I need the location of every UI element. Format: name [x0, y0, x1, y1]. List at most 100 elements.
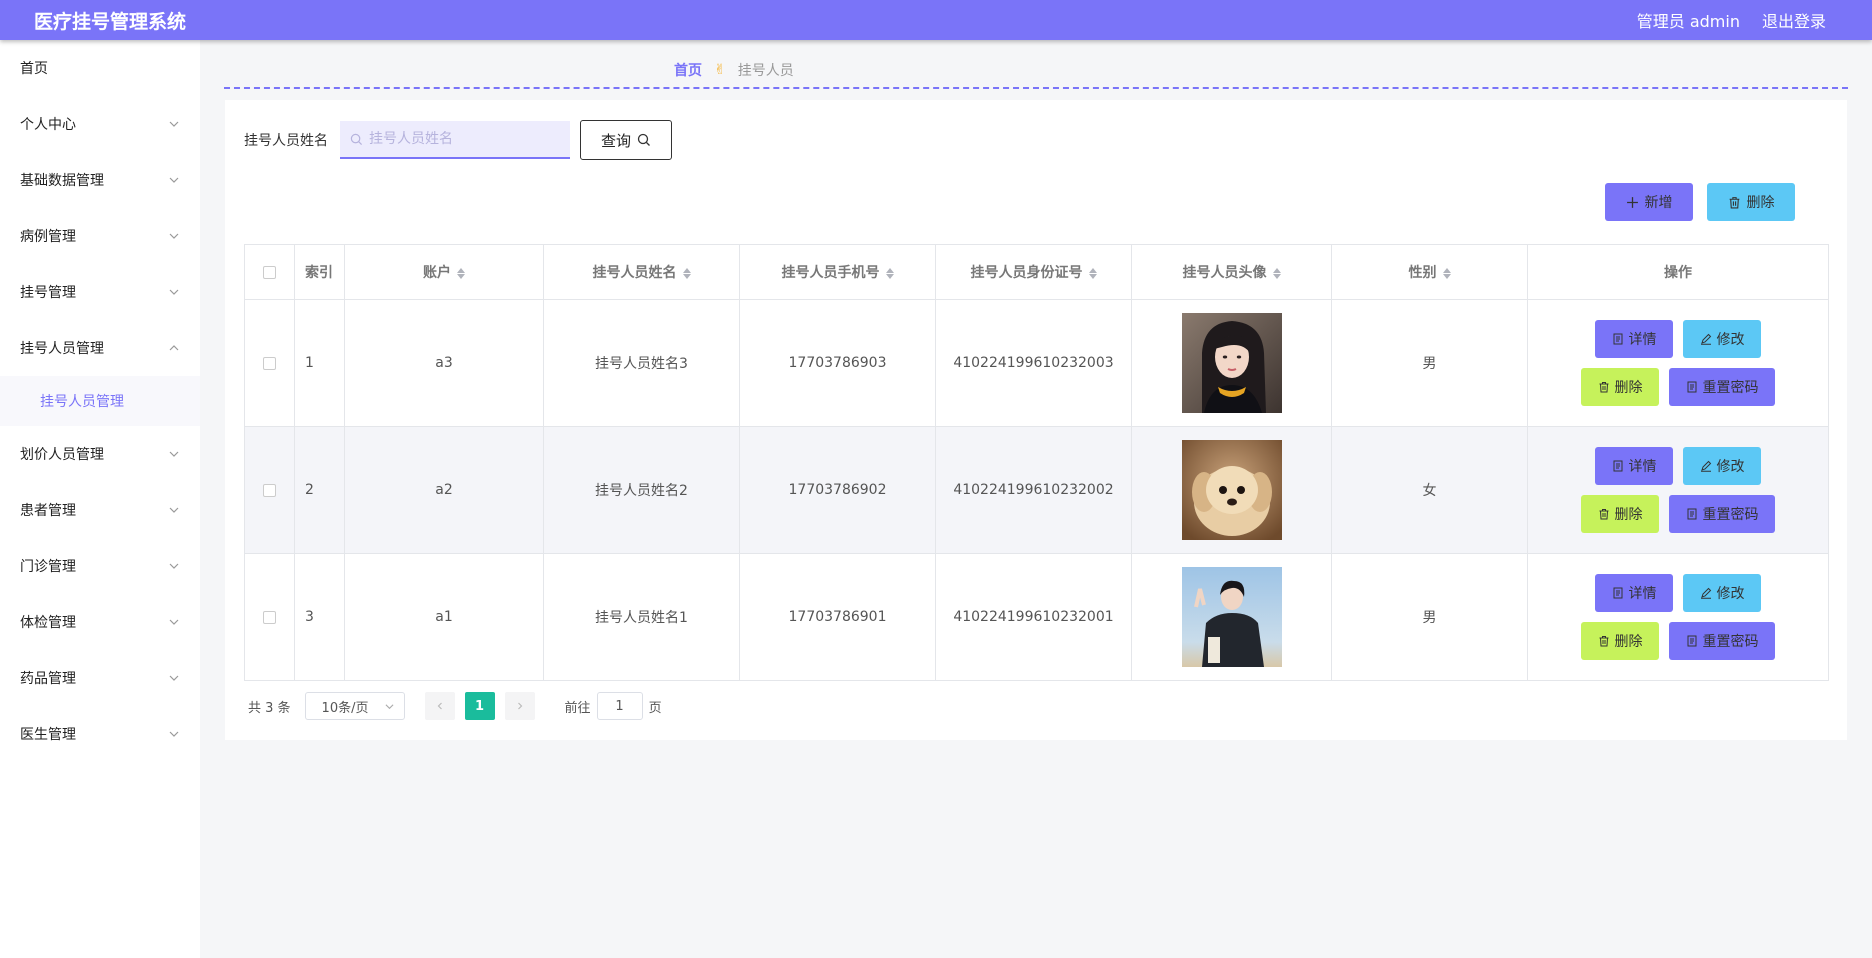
trash-icon: [1599, 636, 1608, 647]
cell-gender: 男: [1331, 299, 1528, 427]
detail-button-label: 详情: [1628, 332, 1657, 348]
avatar-woman-portrait[interactable]: [1181, 313, 1282, 413]
header-user-area: 管理员 admin 退出登录: [1615, 8, 1872, 32]
sidebar-item-medicine[interactable]: 药品管理: [0, 650, 200, 706]
row-checkbox[interactable]: [263, 483, 276, 497]
select-all-checkbox[interactable]: [263, 265, 276, 279]
column-header-phone[interactable]: 挂号人员手机号: [739, 244, 936, 300]
logout-link[interactable]: 退出登录: [1762, 8, 1826, 32]
search-field[interactable]: [340, 121, 570, 159]
goto-page-input[interactable]: [604, 698, 635, 714]
sidebar-item-label: 药品管理: [20, 671, 76, 687]
cell-phone: 17703786903: [739, 299, 936, 427]
sidebar-item-label: 患者管理: [20, 503, 76, 519]
delete-button[interactable]: 删除: [1581, 495, 1659, 533]
sort-icon[interactable]: [682, 267, 691, 279]
breadcrumb-current: 挂号人员: [737, 63, 794, 79]
sidebar-item-cases[interactable]: 病例管理: [0, 208, 200, 264]
edit-button[interactable]: 修改: [1683, 447, 1761, 485]
edit-icon: [1700, 333, 1711, 345]
add-button[interactable]: 新增: [1605, 183, 1693, 221]
reset-password-button[interactable]: 重置密码: [1669, 368, 1775, 406]
search-icon: [350, 133, 363, 145]
chevron-down-icon: [168, 286, 180, 298]
reset-password-button[interactable]: 重置密码: [1669, 495, 1775, 533]
row-select-cell: [244, 299, 295, 427]
sidebar-item-doctors[interactable]: 医生管理: [0, 706, 200, 762]
sort-icon[interactable]: [1272, 267, 1281, 279]
sidebar-item-patients[interactable]: 患者管理: [0, 482, 200, 538]
chevron-right-icon: [517, 702, 522, 710]
sort-icon[interactable]: [885, 267, 894, 279]
query-button[interactable]: 查询: [580, 120, 672, 160]
sidebar-item-personal-center[interactable]: 个人中心: [0, 96, 200, 152]
avatar-puppy[interactable]: [1181, 440, 1282, 540]
reset-password-button-label: 重置密码: [1702, 634, 1759, 650]
cell-name: 挂号人员姓名1: [543, 553, 740, 681]
trash-icon: [1599, 509, 1608, 520]
edit-icon: [1700, 460, 1711, 472]
sidebar-item-registration[interactable]: 挂号管理: [0, 264, 200, 320]
select-all-cell: [244, 244, 295, 300]
sort-icon[interactable]: [457, 267, 465, 279]
avatar-man-portrait[interactable]: [1181, 567, 1282, 667]
row-actions: 详情 修改 删除 重置密码: [1558, 574, 1798, 660]
sidebar-item-label: 个人中心: [20, 117, 76, 133]
column-header-gender[interactable]: 性别: [1331, 244, 1528, 300]
sidebar-item-label: 病例管理: [20, 229, 76, 245]
breadcrumb-home[interactable]: 首页: [674, 60, 702, 80]
column-header-name[interactable]: 挂号人员姓名: [543, 244, 740, 300]
divider: [224, 87, 1848, 89]
sidebar-item-label: 基础数据管理: [20, 173, 104, 189]
sidebar-item-outpatient[interactable]: 门诊管理: [0, 538, 200, 594]
sidebar-item-checkup[interactable]: 体检管理: [0, 594, 200, 650]
column-header-avatar[interactable]: 挂号人员头像: [1131, 244, 1332, 300]
row-actions: 详情 修改 删除 重置密码: [1558, 320, 1798, 406]
pagination-total: 共 3 条: [248, 700, 291, 716]
bulk-delete-button[interactable]: 删除: [1707, 183, 1795, 221]
sidebar-subitem-label: 挂号人员管理: [40, 394, 124, 410]
sidebar-item-registrar-staff[interactable]: 挂号人员管理: [0, 320, 200, 376]
column-header-label: 挂号人员身份证号: [970, 265, 1083, 281]
sidebar-item-pricing-staff[interactable]: 划价人员管理: [0, 426, 200, 482]
pagination: 共 3 条 10条/页 1 前往 页: [248, 692, 662, 720]
sidebar-subitem-registrar-staff[interactable]: 挂号人员管理: [0, 376, 200, 426]
next-page-button[interactable]: [504, 692, 535, 720]
row-checkbox[interactable]: [263, 356, 276, 370]
edit-button[interactable]: 修改: [1683, 320, 1761, 358]
edit-button[interactable]: 修改: [1683, 574, 1761, 612]
cell-id-card: 410224199610232002: [935, 426, 1132, 554]
cell-index: 3: [294, 553, 345, 681]
prev-page-button[interactable]: [424, 692, 455, 720]
app-title: 医疗挂号管理系统: [34, 10, 187, 33]
cell-gender: 女: [1331, 426, 1528, 554]
reset-password-button[interactable]: 重置密码: [1669, 622, 1775, 660]
detail-button[interactable]: 详情: [1595, 574, 1673, 612]
sidebar-item-home[interactable]: 首页: [0, 40, 200, 96]
cell-phone: 17703786902: [739, 426, 936, 554]
delete-button[interactable]: 删除: [1581, 622, 1659, 660]
query-button-label: 查询: [600, 131, 631, 150]
cell-id-card: 410224199610232003: [935, 299, 1132, 427]
detail-button[interactable]: 详情: [1595, 447, 1673, 485]
delete-button[interactable]: 删除: [1581, 368, 1659, 406]
page-number-active[interactable]: 1: [464, 692, 495, 720]
detail-button[interactable]: 详情: [1595, 320, 1673, 358]
top-header: 医疗挂号管理系统 管理员 admin 退出登录: [0, 0, 1872, 40]
goto-page-field[interactable]: [596, 692, 643, 720]
cell-account: a1: [344, 553, 544, 681]
sidebar-item-basic-data[interactable]: 基础数据管理: [0, 152, 200, 208]
sort-icon[interactable]: [1442, 267, 1451, 279]
document-icon: [1687, 381, 1696, 393]
cell-phone: 17703786901: [739, 553, 936, 681]
toolbar: 新增 删除: [1591, 183, 1795, 221]
document-icon: [1613, 587, 1622, 599]
sort-icon[interactable]: [1088, 267, 1097, 279]
page-size-select[interactable]: 10条/页: [304, 692, 405, 720]
column-header-id-card[interactable]: 挂号人员身份证号: [935, 244, 1132, 300]
bulk-delete-button-label: 删除: [1746, 195, 1775, 211]
column-header-label: 性别: [1408, 265, 1437, 281]
column-header-account[interactable]: 账户: [344, 244, 544, 300]
search-input[interactable]: [369, 131, 559, 147]
row-checkbox[interactable]: [263, 610, 276, 624]
